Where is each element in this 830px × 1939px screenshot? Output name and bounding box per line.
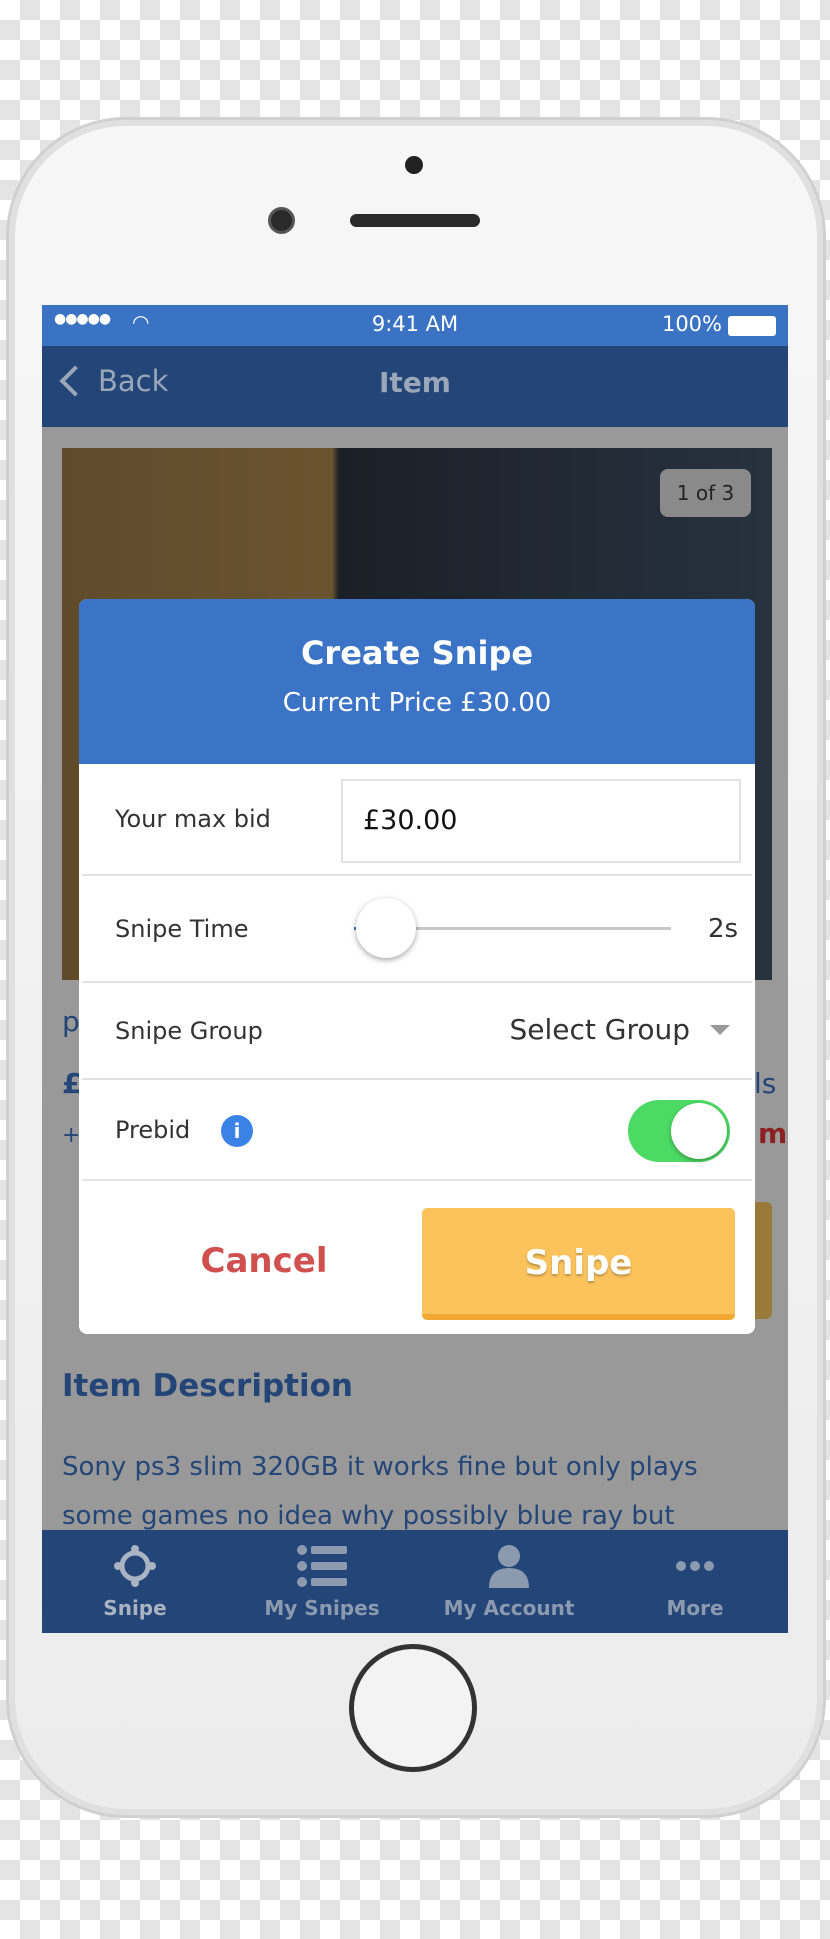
section-title: Item Description xyxy=(62,1368,353,1404)
home-button[interactable] xyxy=(349,1644,477,1772)
front-camera xyxy=(268,207,295,234)
cancel-button[interactable]: Cancel xyxy=(99,1209,429,1313)
info-icon[interactable]: i xyxy=(221,1115,253,1147)
nav-bar: Back Item xyxy=(42,346,788,427)
dialog-title: Create Snipe xyxy=(300,634,534,672)
list-icon xyxy=(229,1544,415,1588)
current-price: Current Price £30.00 xyxy=(282,688,552,718)
snipe-time-slider[interactable] xyxy=(354,898,671,958)
speaker xyxy=(350,214,480,227)
tab-label: My Account xyxy=(443,1596,575,1620)
tab-label: Snipe xyxy=(103,1596,167,1620)
slider-thumb[interactable] xyxy=(355,898,416,958)
status-bar: ●●●●● ◠ 9:41 AM 100% xyxy=(42,305,788,346)
item-time-left: m xyxy=(758,1117,788,1150)
tab-my-account[interactable]: My Account xyxy=(416,1530,602,1633)
prebid-row: Prebid i xyxy=(82,1080,752,1181)
prebid-label: Prebid xyxy=(115,1115,191,1144)
tab-bar: Snipe My Snipes My Account More xyxy=(42,1530,788,1633)
snipe-time-label: Snipe Time xyxy=(115,914,249,943)
photo-counter: 1 of 3 xyxy=(660,469,751,517)
tab-my-snipes[interactable]: My Snipes xyxy=(229,1530,415,1633)
snipe-group-select[interactable]: Select Group xyxy=(509,1013,690,1046)
more-icon xyxy=(602,1544,788,1588)
dialog-header: Create Snipe Current Price £30.00 xyxy=(79,599,755,764)
item-title: p xyxy=(62,1005,80,1038)
tab-label: My Snipes xyxy=(264,1596,380,1620)
snipe-group-row[interactable]: Snipe Group Select Group xyxy=(82,983,752,1080)
max-bid-input[interactable]: £30.00 xyxy=(341,779,741,863)
snipe-time-value: 2s xyxy=(708,914,739,944)
item-postage: + xyxy=(62,1123,81,1148)
snipe-time-row: Snipe Time 2s xyxy=(82,876,752,983)
page-title: Item xyxy=(379,366,451,399)
dropdown-arrow-icon xyxy=(710,1025,730,1035)
item-description: Sony ps3 slim 320GB it works fine but on… xyxy=(62,1452,698,1531)
tab-more[interactable]: More xyxy=(602,1530,788,1633)
battery-percent: 100% xyxy=(661,312,722,336)
create-snipe-dialog: Create Snipe Current Price £30.00 Your m… xyxy=(79,599,755,1334)
screen: ●●●●● ◠ 9:41 AM 100% Back Item 1 of 3 p … xyxy=(42,305,788,1633)
max-bid-label: Your max bid xyxy=(115,805,271,833)
max-bid-row: Your max bid £30.00 xyxy=(82,764,752,876)
snipe-group-label: Snipe Group xyxy=(115,1016,263,1045)
tab-label: More xyxy=(666,1596,724,1620)
battery-icon xyxy=(728,316,776,336)
tab-snipe[interactable]: Snipe xyxy=(42,1530,228,1633)
crosshair-icon xyxy=(42,1544,228,1588)
item-bids: ls xyxy=(754,1067,777,1100)
snipe-button[interactable]: Snipe xyxy=(422,1208,735,1320)
user-icon xyxy=(416,1544,602,1588)
proximity-sensor xyxy=(405,156,423,174)
prebid-toggle[interactable] xyxy=(628,1100,730,1162)
